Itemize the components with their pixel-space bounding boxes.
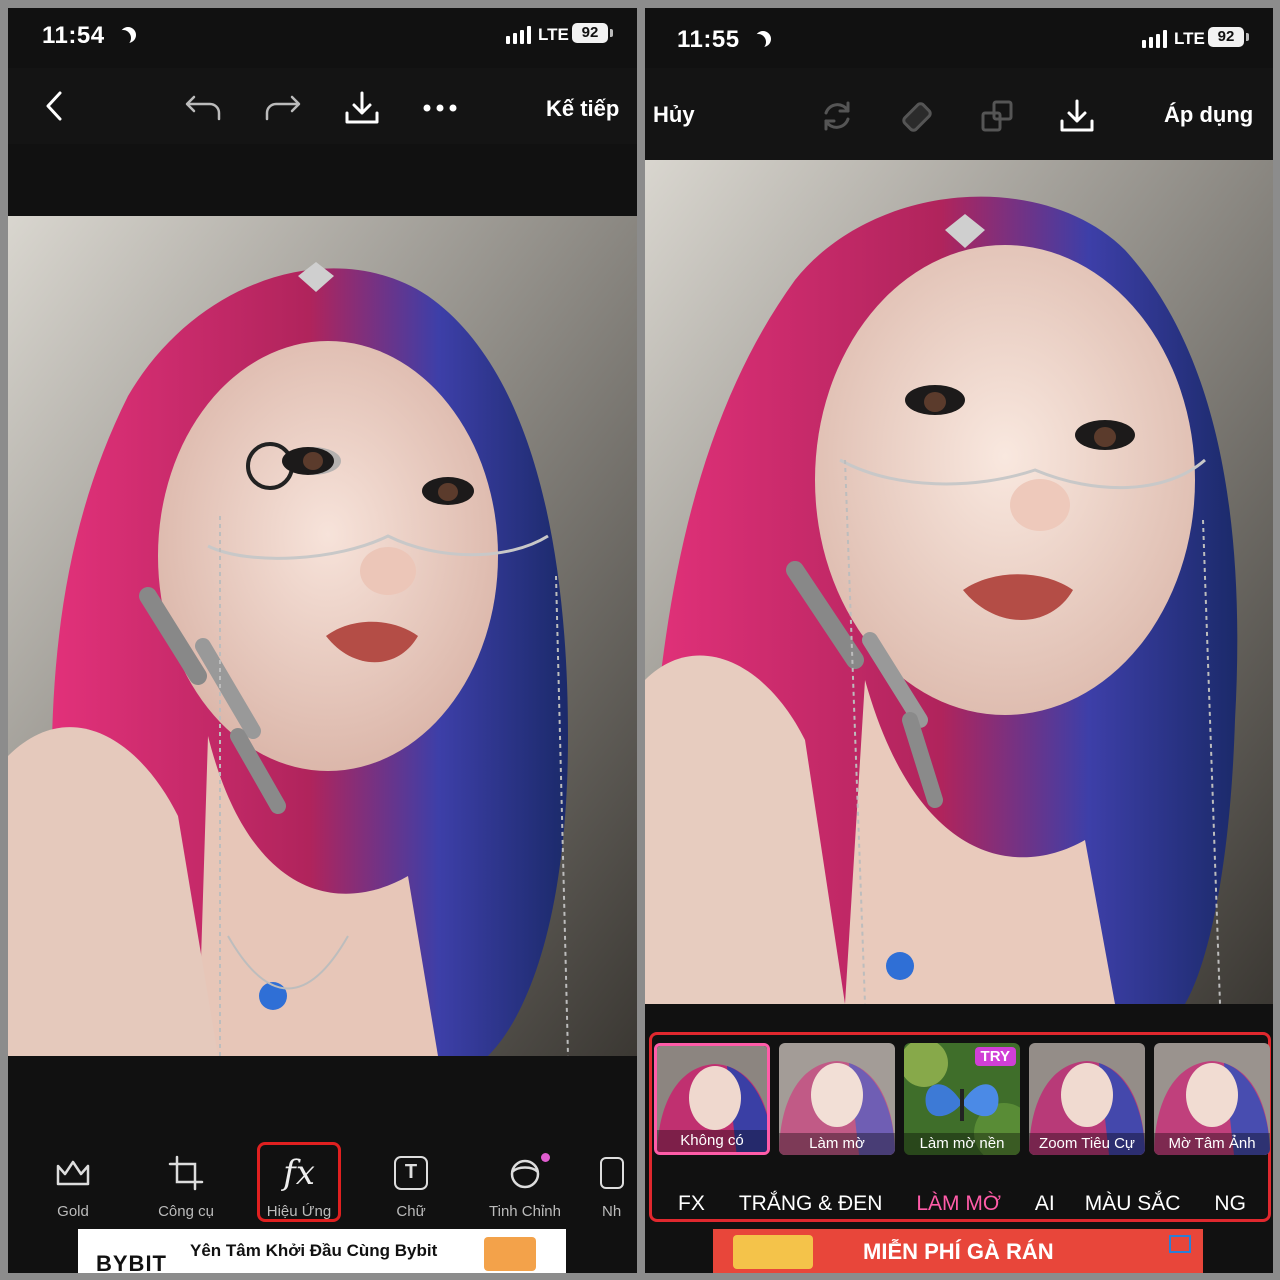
tab-ng[interactable]: NG [1214,1192,1246,1216]
refresh-icon [817,96,857,136]
moon-icon [750,34,766,50]
tab-trang-den[interactable]: TRẮNG & ĐEN [739,1192,883,1216]
effect-lam-mo-nen[interactable]: TRY Làm mờ nền [904,1043,1020,1155]
tool-label: Tinh Chỉnh [489,1203,561,1220]
status-bar: 11:55 LTE 92 [645,8,1273,68]
screenshot-collage: 11:54 LTE 92 Kế tiếp Gold Công cụ fx Hiệ… [0,0,1280,1280]
tool-gold[interactable]: Gold [28,1151,118,1220]
more-tool-icon [592,1151,637,1195]
eraser-icon [897,96,937,136]
effect-topbar: Hủy Áp dụng [645,68,1273,160]
fx-icon: fx [283,1153,315,1193]
status-time: 11:55 [677,26,760,54]
ad-choices-icon [1169,1235,1191,1253]
ad-image [733,1235,813,1269]
tool-hieu-ung[interactable]: fx Hiệu Ứng [257,1142,341,1222]
category-tabs: FX TRẮNG & ĐEN LÀM MỜ AI MÀU SẮC NG [652,1187,1268,1221]
status-bar: 11:54 LTE 92 [8,8,637,68]
tool-label: Nh [602,1203,622,1220]
tab-mau-sac[interactable]: MÀU SẮC [1085,1192,1181,1216]
try-badge: TRY [974,1047,1016,1066]
ad-text: MIỄN PHÍ GÀ RÁN [863,1239,1054,1264]
photo-canvas[interactable] [8,216,637,1056]
network-label: LTE [1174,29,1205,48]
effect-label: Mờ Tâm Ảnh [1154,1133,1270,1155]
effect-khong-co[interactable]: Không có [654,1043,770,1155]
phone-right: 11:55 LTE 92 Hủy Áp dụng Không có Làm mờ… [645,8,1273,1273]
effect-label: Không có [657,1130,767,1152]
effect-lam-mo[interactable]: Làm mờ [779,1043,895,1155]
phone-left: 11:54 LTE 92 Kế tiếp Gold Công cụ fx Hiệ… [8,8,637,1273]
tool-chu[interactable]: T Chữ [366,1151,456,1220]
effect-zoom-tieu-cu[interactable]: Zoom Tiêu Cự [1029,1043,1145,1155]
retouch-icon [480,1151,570,1195]
apply-button[interactable]: Áp dụng [1164,102,1253,128]
effect-label: Làm mờ [779,1133,895,1155]
tab-ai[interactable]: AI [1035,1192,1055,1216]
network-label: LTE [538,25,569,44]
redo-icon[interactable] [260,88,306,128]
download-icon[interactable] [1055,94,1099,138]
crown-icon [28,1151,118,1195]
crop-icon [141,1151,231,1195]
tool-label: Hiệu Ứng [266,1203,332,1220]
status-time: 11:54 [42,22,125,50]
ad-image [484,1237,536,1271]
more-dots-icon[interactable] [420,96,460,120]
next-button[interactable]: Kế tiếp [546,96,619,122]
undo-icon[interactable] [180,88,226,128]
effect-label: Làm mờ nền [904,1133,1020,1155]
tool-label: Gold [57,1203,89,1220]
tool-label: Chữ [396,1203,426,1220]
battery-indicator: 92 [572,23,613,43]
tab-lam-mo[interactable]: LÀM MỜ [916,1192,1001,1216]
effect-picker: Không có Làm mờ TRY Làm mờ nền Zoom Tiêu… [649,1032,1271,1222]
effect-mo-tam-anh[interactable]: Mờ Tâm Ảnh [1154,1043,1270,1155]
ad-banner[interactable]: MIỄN PHÍ GÀ RÁN [713,1229,1203,1273]
tool-tinh-chinh[interactable]: Tinh Chỉnh [480,1151,570,1220]
tool-more[interactable]: Nh [592,1151,637,1220]
effect-label: Zoom Tiêu Cự [1029,1133,1145,1155]
ad-text: Yên Tâm Khởi Đầu Cùng Bybit [190,1241,438,1260]
compare-icon [977,96,1017,136]
tool-cong-cu[interactable]: Công cụ [141,1151,231,1220]
signal-icon [506,26,531,44]
battery-indicator: 92 [1208,27,1249,47]
tool-label: Công cụ [158,1203,214,1220]
tab-fx[interactable]: FX [678,1192,705,1216]
download-icon[interactable] [340,86,384,130]
text-icon: T [366,1151,456,1195]
moon-icon [115,30,131,46]
cancel-button[interactable]: Hủy [653,102,695,128]
editor-topbar: Kế tiếp [8,68,637,144]
signal-icon [1142,30,1167,48]
chevron-left-icon[interactable] [36,86,72,126]
photo-canvas[interactable] [645,160,1273,1004]
ad-banner[interactable]: BYBIT Yên Tâm Khởi Đầu Cùng Bybit [78,1229,566,1273]
ad-brand: BYBIT [96,1251,167,1273]
